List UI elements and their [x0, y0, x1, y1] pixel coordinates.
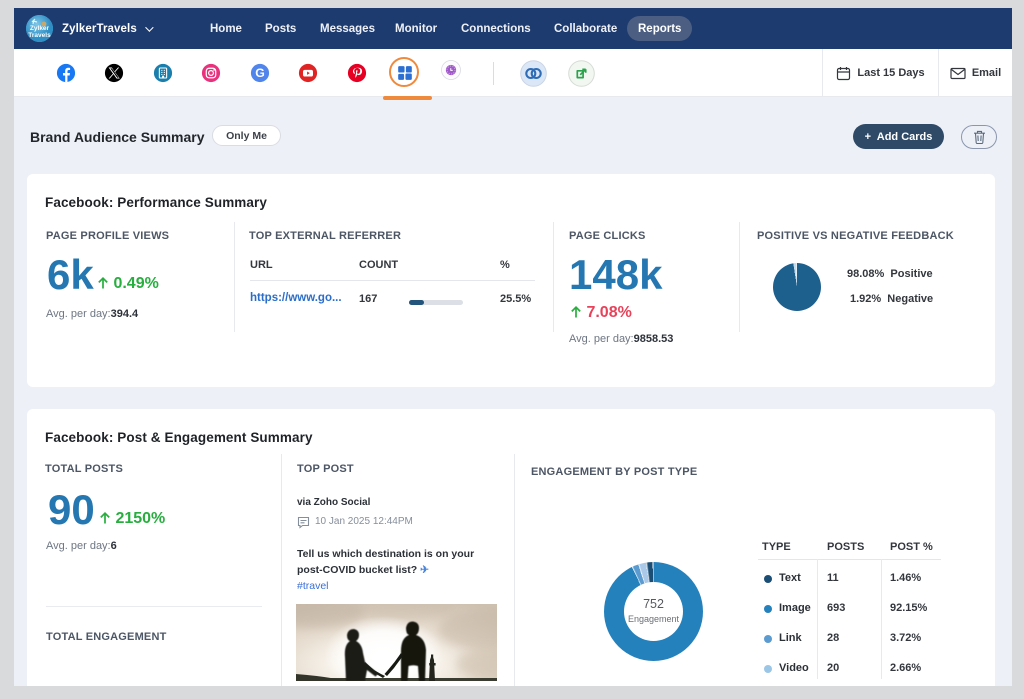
svg-text:Travels: Travels: [28, 32, 51, 39]
svg-text:Zylker: Zylker: [30, 25, 50, 32]
svg-text:G: G: [255, 66, 265, 80]
